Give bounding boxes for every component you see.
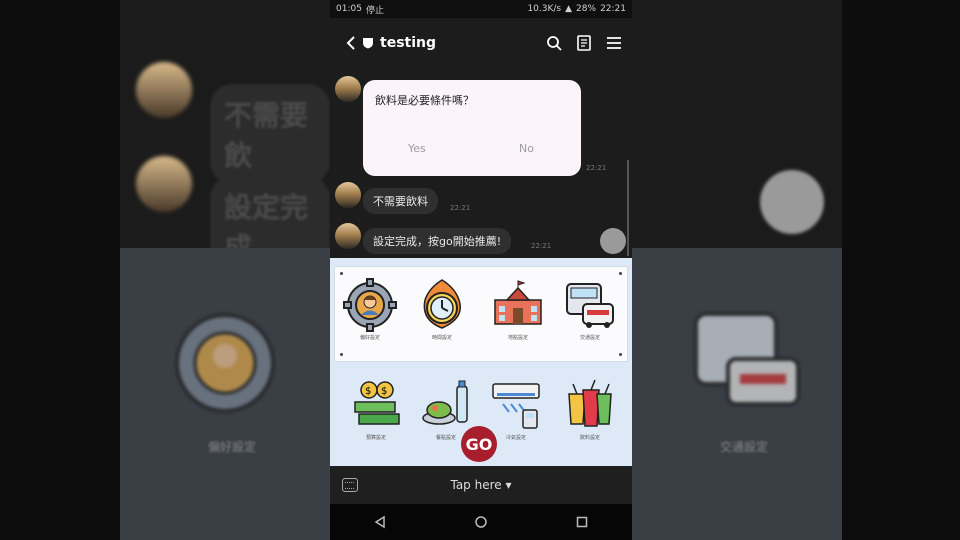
network-speed: 10.3K/s xyxy=(527,4,562,14)
timestamp: 22:21 xyxy=(450,204,471,212)
menu-item-label: 預算設定 xyxy=(365,435,386,441)
tap-here-toggle[interactable]: Tap here ▾ xyxy=(358,478,604,492)
drinks-icon xyxy=(568,379,612,427)
status-time: 01:05 xyxy=(336,4,362,14)
user-gear-icon xyxy=(175,313,275,413)
school-building-icon xyxy=(494,280,542,325)
chat-message: 設定完成，按go開始推薦! xyxy=(363,228,512,254)
scroll-to-bottom-button[interactable] xyxy=(600,228,626,254)
yes-button[interactable]: Yes xyxy=(408,142,426,155)
money-icon: $ $ xyxy=(354,381,400,425)
corner-dot xyxy=(619,272,622,275)
menu-item-label: 時間設定 xyxy=(431,335,452,341)
menu-item-budget[interactable]: $ $ 預算設定 xyxy=(344,376,408,456)
timestamp: 22:21 xyxy=(586,164,607,172)
question-card: 飲料是必要條件嗎？ Yes No xyxy=(363,80,581,176)
menu-item-location[interactable]: 地點設定 xyxy=(486,276,550,356)
notes-icon[interactable] xyxy=(576,35,592,51)
menu-item-label: 地點設定 xyxy=(507,335,528,341)
svg-text:$: $ xyxy=(381,386,387,397)
go-button[interactable]: GO xyxy=(461,426,497,462)
backdrop-menu-area: 交通設定 xyxy=(632,248,842,540)
scrollbar-track xyxy=(627,160,629,256)
menu-item-label: 交通設定 xyxy=(579,335,600,341)
timestamp: 22:21 xyxy=(531,242,552,250)
recents-square-icon[interactable] xyxy=(575,515,589,529)
backdrop-label-right: 交通設定 xyxy=(720,440,769,454)
chat-header: testing xyxy=(330,18,632,68)
bus-car-icon xyxy=(566,283,614,328)
status-bar: 01:05 停止 10.3K/s ▲ 28% 22:21 xyxy=(330,0,632,18)
status-clock: 22:21 xyxy=(600,4,626,14)
status-muted: 停止 xyxy=(365,5,384,16)
menu-item-transport[interactable]: 交通設定 xyxy=(558,276,622,356)
avatar[interactable] xyxy=(335,76,361,102)
backdrop-avatar xyxy=(136,62,192,118)
backdrop-scroll-thumb xyxy=(760,170,824,234)
user-gear-icon xyxy=(343,278,397,332)
avatar[interactable] xyxy=(335,223,361,249)
shield-icon xyxy=(363,38,373,49)
blurred-backdrop-left: 不需要飲 設定完成 偏好設定 xyxy=(120,0,330,540)
search-icon[interactable] xyxy=(546,35,562,51)
no-button[interactable]: No xyxy=(519,142,534,155)
bottom-bar: Tap here ▾ xyxy=(330,466,632,504)
menu-item-label: 偏好設定 xyxy=(359,335,380,341)
signal-icon: ▲ xyxy=(565,4,573,14)
menu-item-label: 飲料設定 xyxy=(579,435,600,441)
back-triangle-icon[interactable] xyxy=(373,515,387,529)
clock-icon xyxy=(423,279,461,329)
corner-dot xyxy=(340,272,343,275)
keyboard-icon[interactable] xyxy=(342,478,358,492)
food-drink-icon xyxy=(422,380,468,425)
menu-item-preference[interactable]: 偏好設定 xyxy=(338,276,402,356)
backdrop-menu-area: 偏好設定 xyxy=(120,248,330,540)
blurred-backdrop-right: 交通設定 xyxy=(632,0,842,540)
chevron-left-icon[interactable] xyxy=(340,35,362,51)
chat-area: 飲料是必要條件嗎？ Yes No 22:21 不需要飲料 22:21 設定完成，… xyxy=(330,68,632,258)
menu-icon[interactable] xyxy=(606,35,622,51)
bus-car-icon xyxy=(694,312,800,406)
menu-item-time[interactable]: 時間設定 xyxy=(410,276,474,356)
backdrop-label-left: 偏好設定 xyxy=(208,440,257,454)
air-conditioner-icon xyxy=(492,383,540,429)
avatar[interactable] xyxy=(335,182,361,208)
android-nav-bar xyxy=(330,504,632,540)
backdrop-message-1: 不需要飲 xyxy=(210,84,330,184)
menu-item-drinks[interactable]: 飲料設定 xyxy=(558,376,622,456)
backdrop-avatar xyxy=(136,156,192,212)
svg-text:$: $ xyxy=(365,386,371,397)
phone-screen: 01:05 停止 10.3K/s ▲ 28% 22:21 testing 飲料是… xyxy=(330,0,632,540)
question-text: 飲料是必要條件嗎？ xyxy=(375,94,474,107)
rich-menu: 偏好設定 時間設定 地點設定 交通設定 $ $ 預算設定 餐點設定 冷氣設定 飲… xyxy=(330,258,632,466)
battery-level: 28% xyxy=(576,4,597,14)
chat-message: 不需要飲料 xyxy=(363,188,438,214)
home-circle-icon[interactable] xyxy=(474,515,488,529)
chat-title: testing xyxy=(380,35,436,51)
